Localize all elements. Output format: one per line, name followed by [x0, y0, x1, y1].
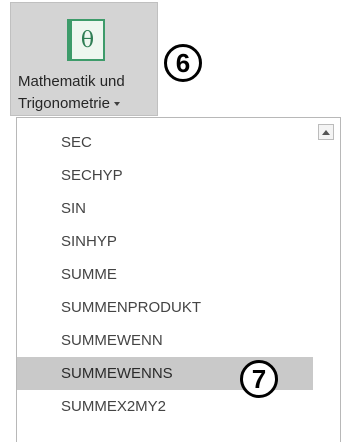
list-item-summenprodukt[interactable]: SUMMENPRODUKT: [17, 291, 313, 324]
scroll-up-arrow-icon[interactable]: [318, 124, 334, 140]
list-item-sinhyp[interactable]: SINHYP: [17, 225, 313, 258]
list-item-sin[interactable]: SIN: [17, 192, 313, 225]
list-item-sechyp[interactable]: SECHYP: [17, 159, 313, 192]
button-label-line1: Mathematik und: [18, 73, 125, 90]
theta-function-icon[interactable]: θ: [67, 19, 105, 61]
list-item-summe[interactable]: SUMME: [17, 258, 313, 291]
function-dropdown-list[interactable]: SEC SECHYP SIN SINHYP SUMME SUMMENPRODUK…: [16, 117, 341, 442]
list-item-sec[interactable]: SEC: [17, 126, 313, 159]
math-trig-button-label[interactable]: Mathematik und Trigonometrie: [18, 71, 158, 115]
list-scrollbar[interactable]: [314, 118, 340, 442]
button-label-line2: Trigonometrie: [18, 95, 110, 112]
list-item-summewenn[interactable]: SUMMEWENN: [17, 324, 313, 357]
step-callout-7: 7: [240, 360, 278, 398]
chevron-down-icon[interactable]: [113, 102, 120, 107]
step-callout-6: 6: [164, 44, 202, 82]
